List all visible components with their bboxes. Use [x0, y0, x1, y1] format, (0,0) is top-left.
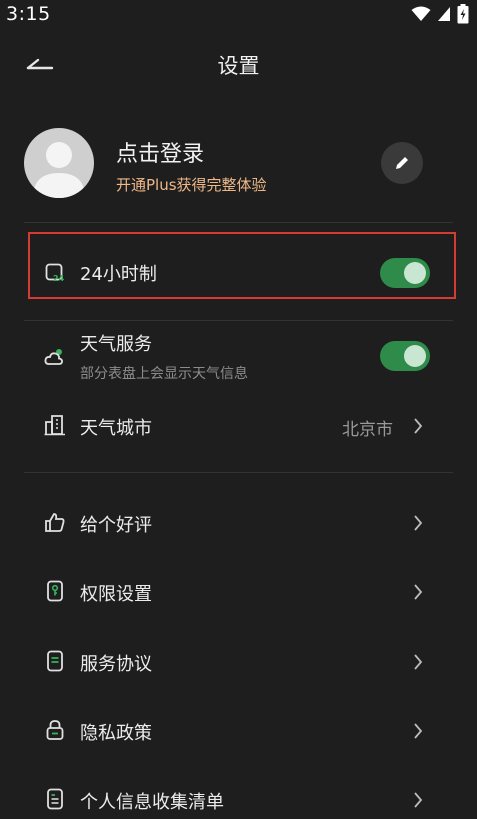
chevron-right-icon	[414, 792, 423, 808]
chevron-right-icon	[414, 723, 423, 739]
divider	[24, 472, 453, 473]
setting-label-24h: 24小时制	[80, 264, 157, 285]
divider	[24, 222, 453, 223]
menu-item-service-agreement[interactable]: 服务协议	[0, 636, 477, 688]
city-building-icon	[44, 414, 66, 436]
chevron-right-icon	[414, 418, 423, 434]
svg-text:24: 24	[53, 274, 65, 283]
battery-icon	[457, 4, 469, 24]
pencil-icon	[396, 157, 408, 169]
menu-item-privacy-policy[interactable]: 隐私政策	[0, 705, 477, 757]
lock-icon	[44, 719, 66, 741]
permission-key-icon	[44, 580, 66, 602]
chevron-right-icon	[414, 515, 423, 531]
settings-screen: 3:15 设置 点击登录 开通Plus获得完整体验 24 24小时制 天气服务 …	[0, 0, 477, 819]
menu-label-service-agreement: 服务协议	[80, 654, 152, 675]
weather-city-value: 北京市	[342, 420, 393, 440]
signal-icon	[438, 7, 450, 21]
weather-icon	[44, 346, 66, 368]
setting-label-weather-service: 天气服务	[80, 334, 152, 355]
setting-label-weather-city: 天气城市	[80, 418, 152, 439]
login-label[interactable]: 点击登录	[116, 136, 204, 168]
menu-label-personal-info-list: 个人信息收集清单	[80, 792, 224, 813]
document-icon	[44, 650, 66, 672]
setting-row-weather-city[interactable]: 天气城市 北京市	[0, 400, 477, 452]
list-icon	[44, 788, 66, 810]
edit-profile-button[interactable]	[381, 142, 423, 184]
setting-subtitle-weather-service: 部分表盘上会显示天气信息	[80, 366, 248, 382]
profile-section: 点击登录 开通Plus获得完整体验	[0, 122, 477, 204]
status-icons	[411, 4, 469, 24]
avatar[interactable]	[24, 128, 94, 198]
header: 设置	[0, 40, 477, 88]
menu-label-privacy-policy: 隐私政策	[80, 723, 152, 744]
page-title: 设置	[217, 54, 260, 78]
chevron-right-icon	[414, 584, 423, 600]
menu-label-permissions: 权限设置	[80, 584, 152, 605]
menu-item-rate[interactable]: 给个好评	[0, 497, 477, 549]
menu-label-rate: 给个好评	[80, 515, 152, 536]
toggle-knob	[404, 262, 426, 284]
menu-item-personal-info-list[interactable]: 个人信息收集清单	[0, 774, 477, 819]
thumbs-up-icon	[44, 511, 66, 533]
plus-promo-link[interactable]: 开通Plus获得完整体验	[116, 174, 267, 195]
status-time: 3:15	[6, 3, 51, 25]
menu-item-permissions[interactable]: 权限设置	[0, 566, 477, 618]
chevron-right-icon	[414, 654, 423, 670]
wifi-icon	[411, 6, 431, 21]
divider	[24, 320, 453, 321]
toggle-weather-service[interactable]	[380, 341, 430, 371]
default-avatar-icon	[33, 142, 85, 198]
setting-row-weather-service[interactable]: 天气服务 部分表盘上会显示天气信息	[0, 326, 477, 386]
clock-24-icon: 24	[44, 262, 66, 284]
status-bar: 3:15	[0, 0, 477, 28]
toggle-knob	[404, 345, 426, 367]
setting-row-24h[interactable]: 24 24小时制	[0, 240, 477, 294]
toggle-24h[interactable]	[380, 258, 430, 288]
